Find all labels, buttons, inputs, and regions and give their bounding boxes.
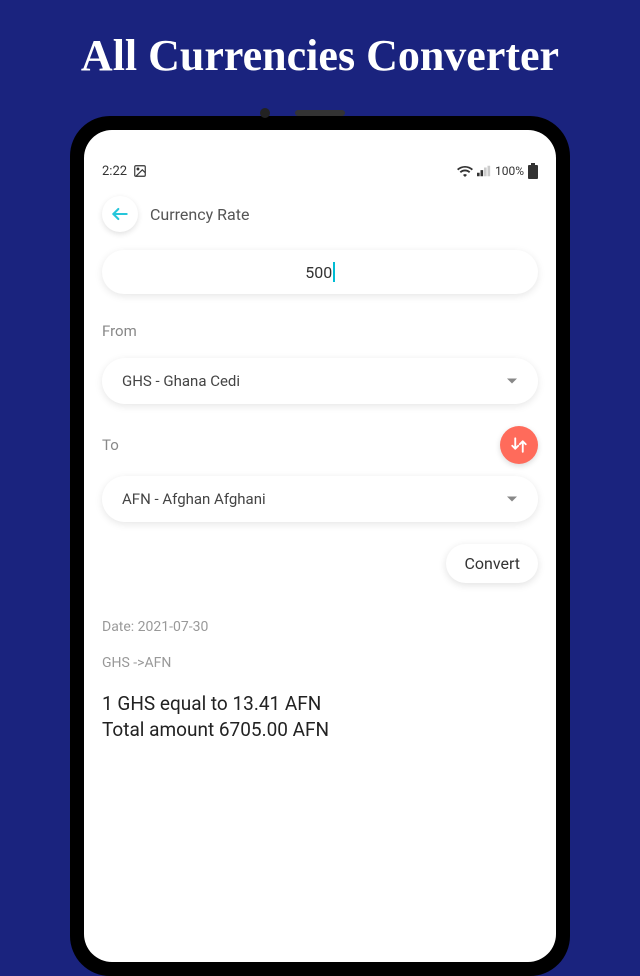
result-direction: GHS ->AFN: [102, 655, 538, 671]
image-icon: [133, 164, 147, 178]
wifi-icon: [457, 165, 473, 177]
to-currency-select[interactable]: AFN - Afghan Afghani: [102, 476, 538, 522]
page-title: Currency Rate: [150, 205, 249, 224]
to-currency-value: AFN - Afghan Afghani: [122, 490, 266, 508]
battery-icon: [528, 163, 538, 179]
from-label: From: [102, 322, 538, 340]
back-button[interactable]: [102, 196, 138, 232]
result-rate: 1 GHS equal to 13.41 AFN: [102, 691, 538, 717]
app-header: Currency Rate: [84, 184, 556, 250]
from-currency-select[interactable]: GHS - Ghana Cedi: [102, 358, 538, 404]
signal-icon: [477, 165, 491, 177]
amount-value: 500: [305, 263, 332, 282]
swap-button[interactable]: [500, 426, 538, 464]
to-label: To: [102, 436, 119, 454]
status-bar: 2:22 100%: [84, 158, 556, 184]
amount-input[interactable]: 500: [102, 250, 538, 294]
arrow-left-icon: [110, 204, 130, 224]
promo-banner: All Currencies Converter: [0, 0, 640, 116]
phone-frame: 2:22 100% Currency Rate 500: [70, 116, 570, 976]
swap-icon: [510, 436, 528, 454]
result-total: Total amount 6705.00 AFN: [102, 717, 538, 743]
from-currency-value: GHS - Ghana Cedi: [122, 372, 240, 390]
result-block: Date: 2021-07-30 GHS ->AFN 1 GHS equal t…: [102, 613, 538, 742]
chevron-down-icon: [506, 493, 518, 505]
text-cursor: [333, 262, 335, 282]
result-date: Date: 2021-07-30: [102, 619, 538, 635]
status-time: 2:22: [102, 164, 127, 179]
battery-percent: 100%: [495, 164, 524, 178]
screen: 2:22 100% Currency Rate 500: [84, 130, 556, 962]
chevron-down-icon: [506, 375, 518, 387]
convert-button[interactable]: Convert: [446, 544, 538, 583]
